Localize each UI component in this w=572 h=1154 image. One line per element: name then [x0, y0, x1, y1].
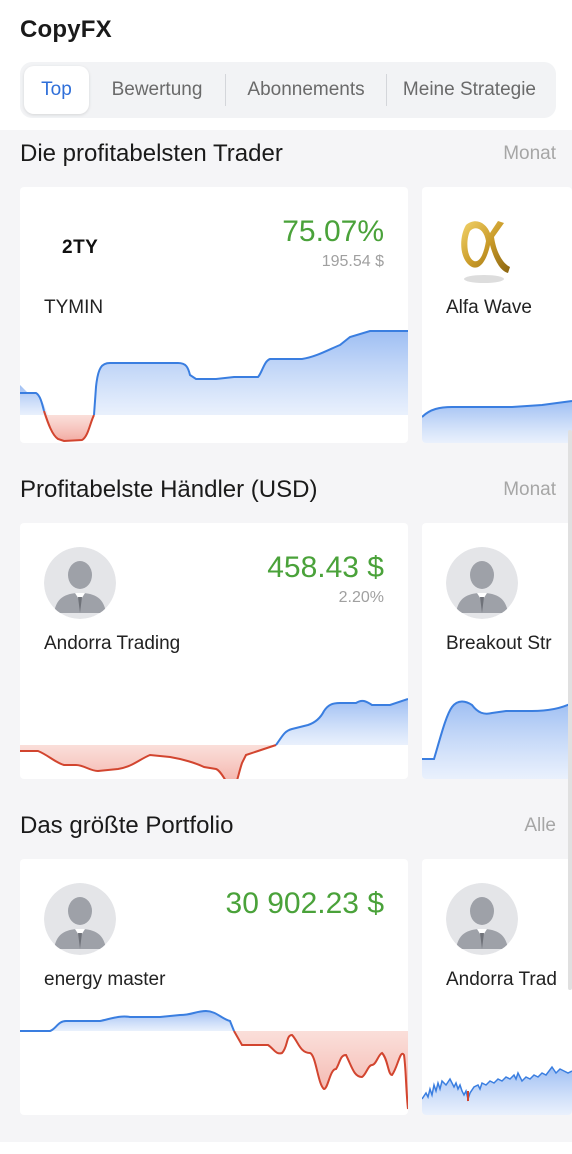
alfa-wave-logo — [461, 221, 510, 283]
tab-bar: Top Bewertung Abonnements Meine Strategi… — [20, 62, 556, 118]
user-avatar-icon — [44, 547, 116, 619]
trader-profit: 195.54 $ — [321, 253, 384, 270]
user-avatar-icon — [446, 547, 518, 619]
portfolio-value: 30 902.23 $ — [225, 887, 384, 920]
avatar — [446, 547, 518, 619]
avatar — [44, 883, 116, 955]
trader-name: Andorra Trading — [44, 633, 181, 654]
tab-meine-strategie[interactable]: Meine Strategie — [387, 66, 552, 114]
trader-name: Alfa Wave — [446, 297, 532, 318]
trader-logo: 2TY — [62, 237, 99, 258]
trader-card[interactable]: 30 902.23 $ energy master — [20, 859, 408, 1115]
trader-name: energy master — [44, 969, 166, 990]
user-avatar-icon — [44, 883, 116, 955]
trader-card[interactable]: Breakout Str — [422, 523, 572, 779]
trader-card[interactable]: 458.43 $ 2.20% Andorra Trading — [20, 523, 408, 779]
tab-abonnements[interactable]: Abonnements — [226, 66, 386, 114]
app-title: CopyFX — [20, 16, 112, 43]
content-area: Die profitabelsten Trader Monat 2TY 75.0… — [0, 130, 572, 1142]
filter-all[interactable]: Alle — [524, 815, 556, 837]
trader-card[interactable]: Andorra Trad — [422, 859, 572, 1115]
equity-chart — [20, 330, 408, 443]
equity-chart — [422, 700, 572, 779]
period-filter-month[interactable]: Monat — [503, 479, 556, 501]
equity-chart — [20, 1009, 408, 1110]
trader-profit: 458.43 $ — [267, 551, 384, 584]
trader-return: 2.20% — [338, 589, 384, 606]
equity-chart — [20, 698, 408, 779]
section-title-profitable-usd: Profitabelste Händler (USD) — [20, 476, 318, 503]
avatar — [446, 883, 518, 955]
equity-chart — [422, 400, 572, 443]
trader-name: TYMIN — [44, 297, 104, 318]
trader-return: 75.07% — [282, 215, 384, 248]
equity-chart — [422, 1065, 572, 1115]
trader-card[interactable]: Alfa Wave — [422, 187, 572, 443]
trader-card[interactable]: 2TY 75.07% 195.54 $ TYMIN — [20, 187, 408, 443]
scrollbar[interactable] — [568, 430, 572, 990]
period-filter-month[interactable]: Monat — [503, 143, 556, 165]
trader-name: Andorra Trad — [446, 969, 557, 990]
tab-top[interactable]: Top — [24, 66, 89, 114]
tab-bewertung[interactable]: Bewertung — [89, 66, 225, 114]
avatar — [44, 547, 116, 619]
section-title-profitable-traders: Die profitabelsten Trader — [20, 140, 283, 167]
trader-name: Breakout Str — [446, 633, 552, 654]
section-title-largest-portfolio: Das größte Portfolio — [20, 812, 234, 839]
user-avatar-icon — [446, 883, 518, 955]
